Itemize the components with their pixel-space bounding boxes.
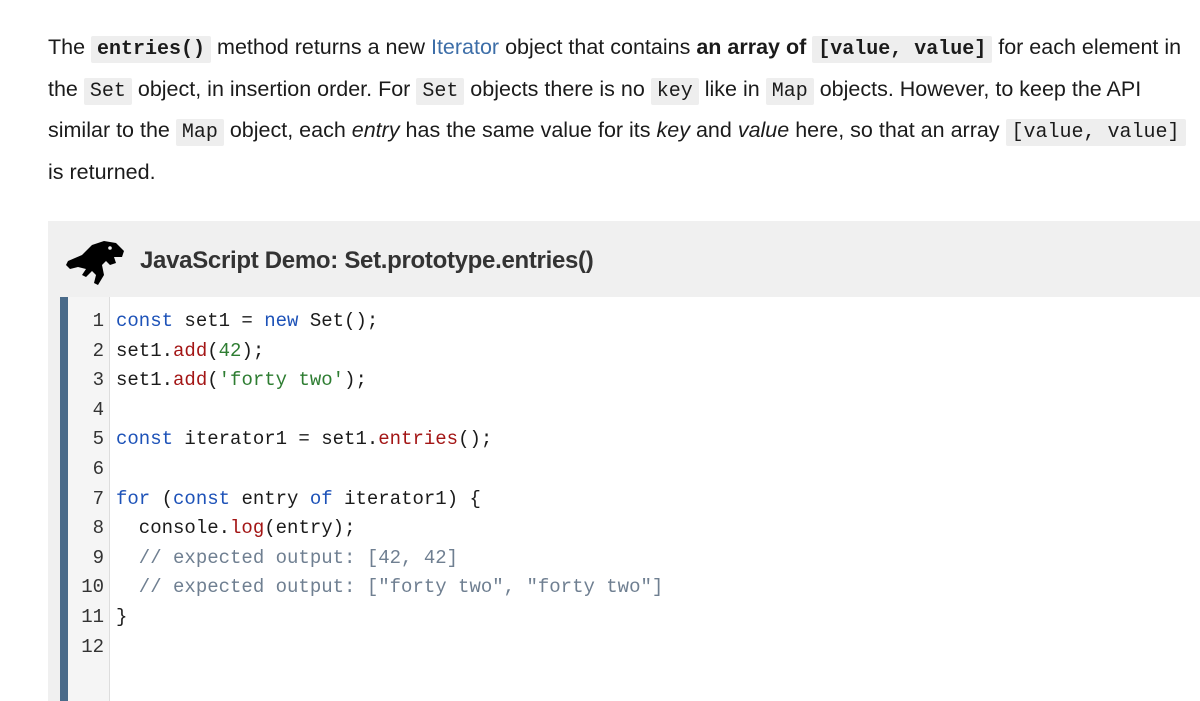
value-value-code-text: [value, value] — [818, 38, 987, 61]
code-token: set1. — [116, 369, 174, 392]
method-token: add — [173, 369, 208, 392]
code-token: } — [116, 606, 128, 628]
entries-code: entries() — [91, 36, 212, 63]
iterator-link[interactable]: Iterator — [431, 35, 499, 59]
line-number: 4 — [92, 398, 104, 421]
line-number: 11 — [81, 606, 104, 628]
text-segment: and — [689, 118, 738, 142]
value-value-code: [value, value] — [1005, 119, 1186, 146]
keyword-token: new — [264, 310, 299, 332]
code-token: iterator1) { — [332, 487, 481, 510]
demo-title: JavaScript Demo: Set.prototype.entries() — [140, 247, 594, 274]
code-token: (); — [458, 428, 493, 451]
text-segment: objects there is no — [464, 76, 651, 101]
code-token: ); — [344, 369, 367, 392]
code-line[interactable]: set1.add('forty two'); — [116, 366, 367, 396]
code-line[interactable]: // expected output: ["forty two", "forty… — [116, 573, 664, 603]
text-segment: like in — [698, 76, 766, 101]
code-line[interactable]: // expected output: [42, 42] — [116, 544, 458, 574]
text-segment: method returns a new — [211, 35, 431, 59]
line-number: 2 — [92, 339, 104, 362]
line-number: 5 — [92, 428, 104, 451]
line-number: 7 — [92, 487, 104, 510]
code-token: iterator1 = set1. — [173, 428, 379, 451]
value-emphasis: value — [737, 118, 790, 142]
method-token: log — [230, 517, 265, 540]
keyword-token: for — [116, 487, 151, 510]
code-token: entry — [230, 487, 310, 510]
text-segment: is returned. — [48, 159, 156, 184]
code-line[interactable]: for (const entry of iterator1) { — [116, 485, 481, 515]
method-token: entries — [378, 428, 459, 451]
map-code: Map — [765, 77, 814, 105]
code-line[interactable]: const set1 = new Set(); — [116, 307, 378, 337]
text-segment: The — [48, 35, 92, 59]
dinosaur-icon — [66, 241, 124, 285]
text-segment: here, so that an array — [789, 118, 1006, 142]
line-number: 12 — [81, 635, 104, 658]
line-number: 1 — [92, 310, 104, 332]
code-token: set1 = — [173, 310, 265, 332]
line-number: 3 — [92, 369, 104, 392]
text-segment: object that contains — [499, 35, 697, 59]
interactive-demo: JavaScript Demo: Set.prototype.entries()… — [48, 221, 1200, 701]
line-number: 8 — [92, 517, 104, 540]
keyword-token: const — [116, 310, 174, 332]
line-number: 6 — [92, 458, 104, 480]
code-line[interactable]: console.log(entry); — [116, 514, 356, 544]
keyword-token: const — [116, 428, 174, 451]
key-emphasis: key — [656, 118, 690, 142]
description-paragraph: The entries() method returns a new Itera… — [48, 28, 1188, 192]
comment-token: // expected output: [42, 42] — [116, 546, 459, 569]
bold-phrase: an array of — [696, 35, 813, 59]
code-token: (entry); — [264, 517, 356, 540]
code-token: console. — [116, 517, 231, 540]
code-token: ); — [241, 339, 265, 362]
text-segment: object, each — [223, 118, 352, 142]
code-token: ( — [207, 369, 219, 392]
set-code: Set — [83, 77, 132, 105]
key-code: key — [650, 77, 699, 105]
value-value-code: [value, value] — [812, 36, 993, 63]
description-text: The entries() method returns a new Itera… — [48, 28, 1188, 192]
entry-emphasis: entry — [351, 118, 400, 142]
number-token: 42 — [218, 339, 242, 362]
comment-token: // expected output: ["forty two", "forty… — [116, 576, 664, 599]
method-token: add — [173, 339, 208, 362]
keyword-token: const — [173, 487, 231, 510]
code-line[interactable]: set1.add(42); — [116, 337, 264, 367]
string-token: 'forty two' — [218, 369, 345, 392]
code-line[interactable]: const iterator1 = set1.entries(); — [116, 425, 492, 455]
code-token: ( — [207, 339, 219, 362]
line-number: 9 — [92, 546, 104, 569]
code-editor[interactable]: 1 2 3 4 5 6 7 8 9 10 11 12 const set1 = … — [60, 297, 1200, 701]
demo-header: JavaScript Demo: Set.prototype.entries() — [48, 221, 1200, 297]
set-code: Set — [416, 77, 465, 105]
code-token: ( — [150, 487, 174, 510]
entries-code-text: entries() — [97, 38, 206, 61]
map-code: Map — [175, 119, 224, 146]
code-line[interactable]: } — [116, 603, 127, 633]
text-segment: has the same value for its — [399, 118, 657, 142]
keyword-token: of — [309, 487, 333, 510]
line-number: 10 — [81, 576, 104, 599]
text-segment: object, in insertion order. For — [131, 76, 417, 101]
code-token: Set(); — [298, 310, 379, 332]
code-token: set1. — [116, 339, 174, 362]
